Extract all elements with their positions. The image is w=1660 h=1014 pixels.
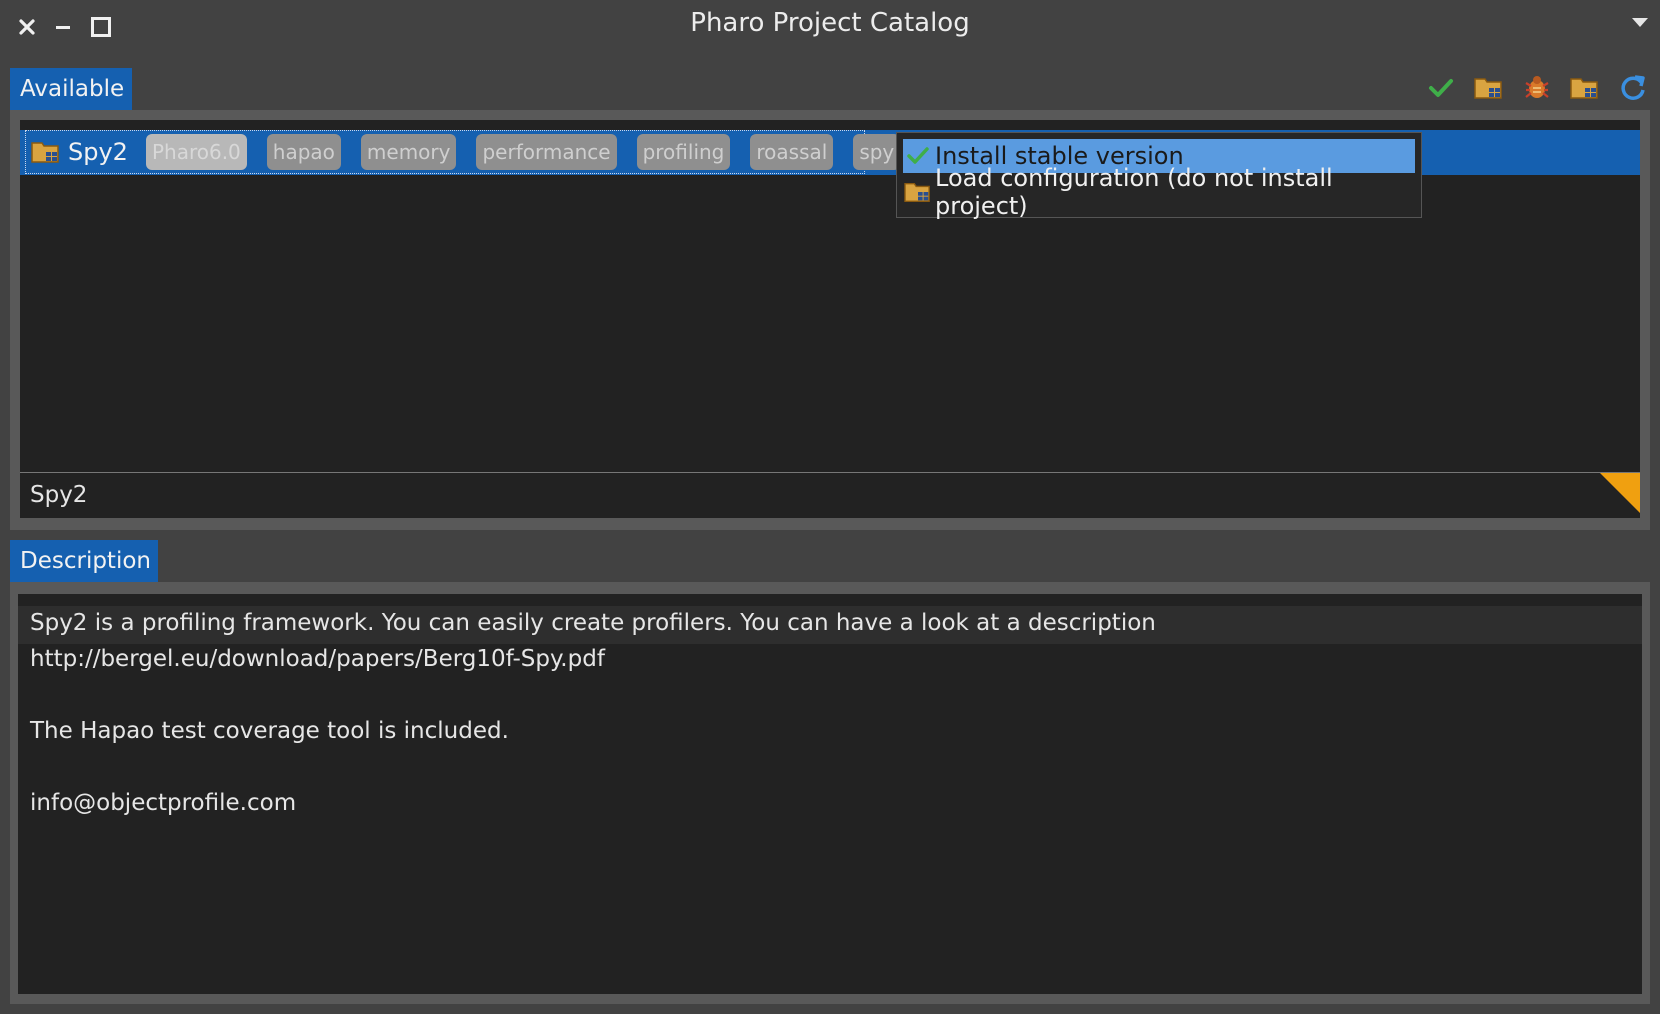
filter-bar: Spy2 — [20, 472, 1640, 518]
refresh-icon[interactable] — [1616, 71, 1650, 105]
folder-config-icon[interactable] — [1568, 71, 1602, 105]
resize-handle[interactable] — [1600, 473, 1640, 513]
menu-item-load-configuration[interactable]: Load configuration (do not install proje… — [903, 164, 1415, 220]
description-text-area[interactable]: Spy2 is a profiling framework. You can e… — [18, 594, 1642, 994]
filter-input[interactable]: Spy2 — [30, 473, 87, 517]
context-menu: Install stable version Load configuratio… — [896, 132, 1422, 220]
description-panel: Spy2 is a profiling framework. You can e… — [10, 582, 1650, 1004]
tag-badge[interactable]: profiling — [636, 134, 731, 170]
catalog-toolbar — [1424, 70, 1650, 106]
catalog-window: Pharo Project Catalog Available Spy2 Pha… — [0, 0, 1660, 1014]
tag-badge[interactable]: memory — [360, 134, 457, 170]
tag-badge[interactable]: roassal — [750, 134, 834, 170]
project-row-content: Spy2 Pharo6.0 hapao memory performance p… — [25, 130, 901, 174]
folder-config-icon — [903, 177, 933, 207]
description-link[interactable]: http://bergel.eu/download/papers/Berg10f… — [30, 646, 605, 672]
menu-item-label: Load configuration (do not install proje… — [935, 164, 1333, 220]
checkmark-icon — [903, 141, 933, 171]
window-menu-icon[interactable] — [1632, 18, 1648, 27]
tag-badge[interactable]: hapao — [266, 134, 341, 170]
description-line: Spy2 is a profiling framework. You can e… — [30, 610, 1156, 636]
description-email[interactable]: info@objectprofile.com — [30, 790, 296, 816]
tag-badge[interactable]: Pharo6.0 — [145, 134, 247, 170]
description-group-label: Description — [10, 540, 158, 582]
bug-icon[interactable] — [1520, 71, 1554, 105]
checkmark-icon[interactable] — [1424, 71, 1458, 105]
folder-config-icon — [30, 138, 62, 166]
tag-badge[interactable]: spy — [853, 134, 901, 170]
window-title: Pharo Project Catalog — [690, 8, 970, 38]
project-name: Spy2 — [68, 138, 128, 166]
folder-config-icon[interactable] — [1472, 71, 1506, 105]
title-bar[interactable]: Pharo Project Catalog — [0, 0, 1660, 56]
description-line: The Hapao test coverage tool is included… — [30, 718, 509, 744]
tag-badge[interactable]: performance — [476, 134, 617, 170]
available-group-label: Available — [10, 68, 132, 110]
